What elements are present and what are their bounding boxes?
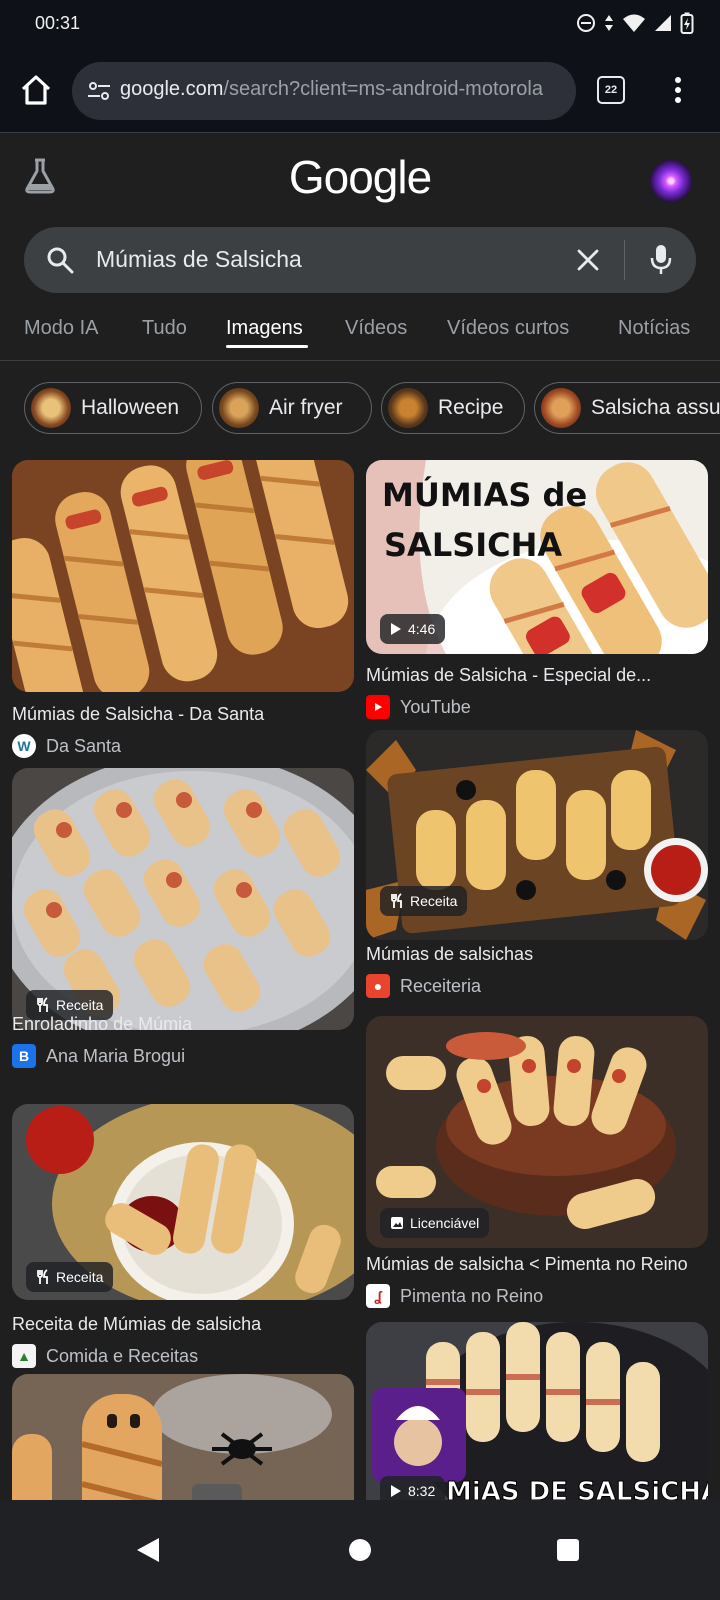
video-duration-badge: 4:46 (380, 614, 446, 644)
site-settings-icon[interactable] (86, 78, 112, 104)
result-source-label: Ana Maria Brogui (46, 1045, 186, 1066)
search-divider (624, 240, 625, 280)
result-title[interactable]: Múmias de salsichas (366, 944, 533, 965)
play-icon (391, 1485, 401, 1497)
tab-videos-curtos[interactable]: Vídeos curtos (447, 317, 569, 340)
chip-halloween[interactable]: Halloween (24, 382, 202, 434)
fork-knife-icon (391, 893, 402, 908)
result-image[interactable] (12, 460, 354, 692)
result-source-label: Pimenta no Reino (400, 1285, 544, 1306)
result-source-label: Da Santa (46, 735, 122, 756)
mic-icon[interactable] (649, 243, 673, 277)
chip-thumbnail (31, 388, 71, 428)
url-host: google.com (120, 78, 224, 100)
badge-label: Licenciável (410, 1215, 480, 1231)
recipe-badge: Receita (380, 886, 468, 916)
blogger-icon: B (12, 1044, 36, 1068)
search-icon[interactable] (46, 246, 74, 274)
home-icon[interactable] (18, 72, 54, 108)
fork-knife-icon (37, 1269, 48, 1284)
wifi-icon (623, 14, 645, 32)
chip-air-fryer[interactable]: Air fryer (212, 382, 372, 434)
recents-icon[interactable] (556, 1538, 580, 1562)
wordpress-icon: W (12, 734, 36, 758)
result-title[interactable]: Múmias de Salsicha - Da Santa (12, 704, 264, 725)
result-image[interactable]: Licenciável (366, 1016, 708, 1248)
chip-label: Air fryer (269, 396, 343, 419)
result-source-label: YouTube (400, 696, 471, 717)
tab-noticias[interactable]: Notícias (618, 317, 690, 340)
result-image[interactable]: MÚMIAS de SALSICHA 4:46 (366, 460, 708, 654)
pimenta-no-reino-icon: ʆ (366, 1284, 390, 1308)
back-icon[interactable] (135, 1536, 161, 1564)
result-image[interactable]: Receita (366, 730, 708, 940)
more-vert-icon[interactable] (666, 74, 690, 106)
chip-label: Recipe (438, 396, 504, 419)
search-box[interactable]: Múmias de Salsicha (24, 227, 696, 293)
chip-recipe[interactable]: Recipe (381, 382, 525, 434)
home-nav-icon[interactable] (348, 1538, 372, 1562)
result-title[interactable]: Múmias de Salsicha - Especial de... (366, 665, 651, 686)
chip-thumbnail (219, 388, 259, 428)
video-duration: 4:46 (408, 621, 436, 637)
result-title[interactable]: Múmias de salsicha < Pimenta no Reino (366, 1254, 688, 1275)
account-avatar[interactable] (650, 160, 692, 202)
video-overlay-text: SALSICHA (384, 526, 562, 564)
chip-salsicha-assada[interactable]: Salsicha assu (534, 382, 720, 434)
licensable-badge: Licenciável (380, 1208, 490, 1238)
search-input[interactable]: Múmias de Salsicha (96, 246, 302, 273)
chip-thumbnail (541, 388, 581, 428)
badge-label: Receita (56, 1269, 104, 1285)
comida-e-receitas-icon: ▲ (12, 1344, 36, 1368)
result-source[interactable]: W Da Santa (12, 734, 121, 758)
tab-videos[interactable]: Vídeos (345, 317, 407, 340)
active-tab-indicator (226, 345, 308, 348)
result-source[interactable]: ▲ Comida e Receitas (12, 1344, 198, 1368)
result-image[interactable]: Receita (12, 1104, 354, 1300)
result-title[interactable]: Enroladinho de Múmia (12, 1014, 192, 1035)
result-image[interactable]: Receita (12, 768, 354, 1030)
chip-label: Halloween (81, 396, 180, 419)
tab-modo-ia[interactable]: Modo IA (24, 317, 98, 340)
tab-tudo[interactable]: Tudo (142, 317, 187, 340)
result-source[interactable]: YouTube (366, 695, 471, 719)
video-overlay-text: MÚMIAS de (382, 475, 587, 514)
recipe-badge: Receita (26, 1262, 114, 1292)
video-duration: 8:32 (408, 1483, 436, 1499)
result-source-label: Comida e Receitas (46, 1345, 199, 1366)
badge-label: Receita (56, 997, 104, 1013)
status-bar: 00:31 (0, 0, 720, 48)
result-title[interactable]: Receita de Múmias de salsicha (12, 1314, 261, 1335)
result-source[interactable]: ʆ Pimenta no Reino (366, 1284, 543, 1308)
url-path: /search?client=ms-android-motorola (223, 78, 543, 100)
cell-signal-icon (655, 15, 671, 31)
data-transfer-icon (605, 15, 613, 31)
result-image[interactable]: MiAS DE SALSiCHA 8:32 (366, 1322, 708, 1516)
status-time: 00:31 (35, 13, 81, 33)
omnibox[interactable]: google.com/search?client=ms-android-moto… (72, 62, 576, 120)
youtube-icon (366, 695, 390, 719)
chip-label: Salsicha assu (591, 396, 720, 419)
status-icons (576, 12, 694, 34)
chip-thumbnail (388, 388, 428, 428)
system-navigation-bar (0, 1500, 720, 1600)
result-source[interactable]: B Ana Maria Brogui (12, 1044, 185, 1068)
result-source-label: Receiteria (400, 975, 482, 996)
result-source[interactable]: ● Receiteria (366, 974, 481, 998)
receiteria-icon: ● (366, 974, 390, 998)
tab-switcher-button[interactable]: 22 (597, 76, 625, 104)
fork-knife-icon (37, 997, 48, 1012)
clear-icon[interactable] (574, 246, 602, 274)
browser-toolbar: google.com/search?client=ms-android-moto… (0, 48, 720, 133)
play-icon (391, 623, 401, 635)
google-logo[interactable]: Google (0, 150, 720, 204)
badge-label: Receita (410, 893, 458, 909)
do-not-disturb-icon (577, 14, 595, 32)
battery-charging-icon (680, 12, 694, 34)
url-text: google.com/search?client=ms-android-moto… (120, 78, 568, 101)
image-icon (391, 1217, 403, 1229)
tab-imagens[interactable]: Imagens (226, 317, 303, 340)
search-tabs: Modo IA Tudo Imagens Vídeos Vídeos curto… (0, 300, 720, 361)
